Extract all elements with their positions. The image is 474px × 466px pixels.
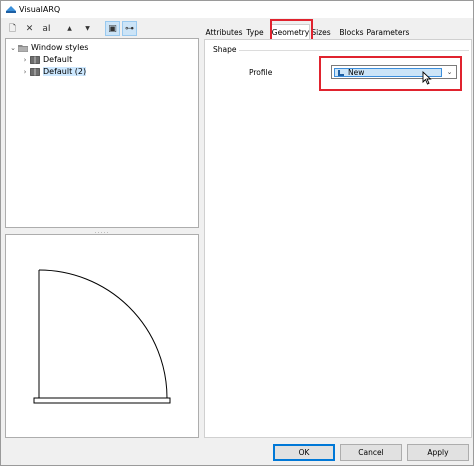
tree-node-label: Default bbox=[43, 55, 73, 64]
view-tree-button[interactable]: ⊶ bbox=[122, 21, 137, 36]
tab-type[interactable]: Type bbox=[243, 26, 267, 39]
chevron-right-icon[interactable]: › bbox=[20, 56, 30, 64]
visualarq-logo-icon bbox=[6, 6, 16, 13]
toolbar: 🗋 ✕ aI ▲ ▼ ▣ ⊶ bbox=[5, 21, 201, 37]
view-preview-button[interactable]: ▣ bbox=[105, 21, 120, 36]
tree-node-label: Default (2) bbox=[43, 67, 87, 76]
tree-node-label: Window styles bbox=[31, 43, 89, 52]
window-title: VisualARQ bbox=[19, 5, 61, 14]
style-preview bbox=[5, 234, 199, 438]
geometry-tab-page: Shape Profile New ⌄ bbox=[204, 39, 472, 438]
ok-button[interactable]: OK bbox=[273, 444, 335, 461]
chevron-down-icon[interactable]: ⌄ bbox=[443, 66, 456, 78]
profile-value-text: New bbox=[348, 68, 365, 77]
window-preview-drawing bbox=[33, 269, 171, 404]
title-bar: VisualARQ bbox=[1, 1, 473, 18]
move-down-button[interactable]: ▼ bbox=[80, 21, 95, 36]
group-divider bbox=[213, 50, 469, 51]
folder-icon bbox=[18, 44, 28, 52]
mouse-cursor-icon bbox=[422, 71, 432, 85]
new-style-icon: 🗋 bbox=[8, 23, 17, 34]
chevron-right-icon[interactable]: › bbox=[20, 68, 30, 76]
tab-parameters[interactable]: Parameters bbox=[367, 26, 410, 39]
delete-icon: ✕ bbox=[25, 23, 34, 34]
tab-geometry[interactable]: Geometry bbox=[271, 24, 310, 39]
move-up-icon: ▲ bbox=[67, 25, 72, 32]
cancel-button[interactable]: Cancel bbox=[340, 444, 402, 461]
view-tree-icon: ⊶ bbox=[125, 23, 134, 34]
tab-blocks[interactable]: Blocks bbox=[338, 26, 365, 39]
tree-node-default[interactable]: › Default bbox=[20, 54, 73, 65]
move-up-button[interactable]: ▲ bbox=[62, 21, 77, 36]
profile-dropdown[interactable]: New ⌄ bbox=[331, 65, 457, 79]
chevron-down-icon[interactable]: ⌄ bbox=[8, 44, 18, 52]
tree-node-window-styles[interactable]: ⌄ Window styles bbox=[8, 42, 88, 53]
rename-button[interactable]: aI bbox=[39, 21, 54, 36]
view-preview-icon: ▣ bbox=[108, 23, 117, 34]
shape-group-label: Shape bbox=[211, 45, 239, 54]
apply-button[interactable]: Apply bbox=[407, 444, 469, 461]
rename-icon: aI bbox=[42, 23, 51, 34]
styles-tree[interactable]: ⌄ Window styles › Default › Default (2) bbox=[5, 38, 199, 228]
window-style-icon bbox=[30, 67, 40, 76]
move-down-icon: ▼ bbox=[85, 25, 90, 32]
profile-icon bbox=[338, 69, 344, 76]
window-style-icon bbox=[30, 55, 40, 64]
new-style-button[interactable]: 🗋 bbox=[5, 21, 20, 36]
visualarq-dialog: VisualARQ 🗋 ✕ aI ▲ ▼ ▣ ⊶ ⌄ Window styles… bbox=[0, 0, 474, 466]
profile-label: Profile bbox=[249, 68, 273, 77]
delete-button[interactable]: ✕ bbox=[22, 21, 37, 36]
tree-node-default-2[interactable]: › Default (2) bbox=[20, 66, 87, 77]
tab-sizes[interactable]: Sizes bbox=[311, 26, 331, 39]
tab-attributes[interactable]: Attributes bbox=[205, 26, 243, 39]
